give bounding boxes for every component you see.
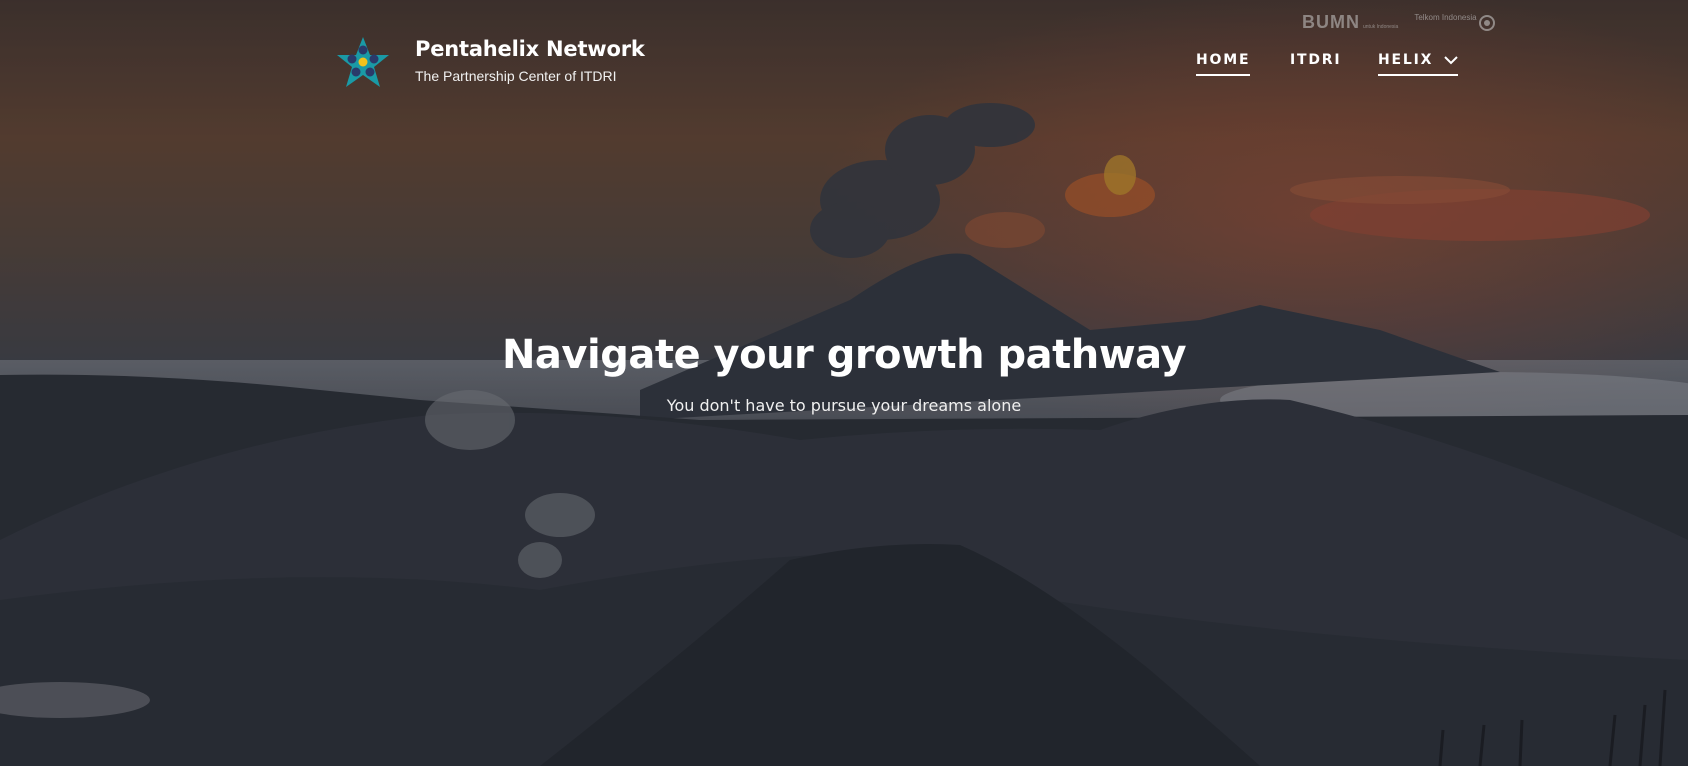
hero-dark-overlay (0, 0, 1688, 766)
brand[interactable]: Pentahelix Network The Partnership Cente… (334, 34, 645, 92)
nav-helix-label: HELIX (1378, 52, 1434, 68)
telkom-swirl-icon (1478, 14, 1495, 31)
hero-section (0, 0, 1688, 766)
bumn-logo: BUMN (1302, 12, 1360, 32)
pentahelix-star-logo-icon (337, 37, 389, 87)
brand-name: Pentahelix Network (415, 37, 645, 61)
chevron-down-icon (1444, 55, 1458, 64)
telkom-logo-label: Telkom Indonesia (1414, 12, 1477, 22)
bumn-logo-sub: untuk Indonesia (1363, 23, 1399, 30)
nav-home-label: HOME (1196, 52, 1251, 68)
partner-logos: BUMN untuk Indonesia Telkom Indonesia (1302, 12, 1497, 33)
nav-itdri-label: ITDRI (1290, 52, 1342, 68)
hero-headline: Navigate your growth pathway (501, 332, 1187, 378)
hero-subheadline: You don't have to pursue your dreams alo… (666, 396, 1022, 415)
telkom-logo: Telkom Indonesia (1414, 13, 1496, 33)
brand-tagline: The Partnership Center of ITDRI (415, 68, 617, 84)
nav-home[interactable]: HOME (1196, 52, 1251, 76)
nav-helix[interactable]: HELIX (1378, 52, 1458, 76)
nav-itdri[interactable]: ITDRI (1290, 52, 1341, 74)
